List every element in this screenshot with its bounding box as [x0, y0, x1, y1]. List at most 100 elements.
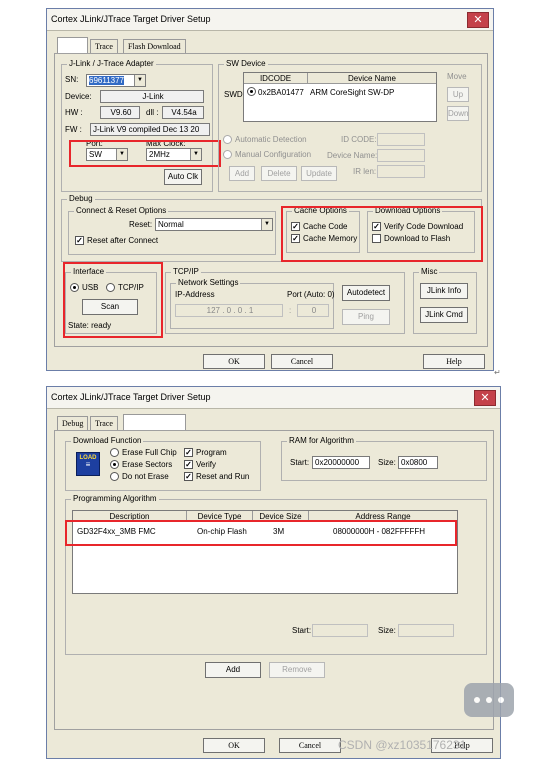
autodetect-button[interactable]: Autodetect — [342, 285, 390, 301]
ram-start-field[interactable]: 0x20000000 — [312, 456, 370, 469]
down-button[interactable]: Down — [447, 106, 469, 121]
fw-field: J-Link V9 compiled Dec 13 20 — [90, 123, 210, 136]
ir-len-field[interactable] — [377, 165, 425, 178]
jlink-cmd-button[interactable]: JLink Cmd — [420, 307, 468, 323]
sn-select[interactable]: 69611377 ▼ — [86, 74, 146, 87]
sw-device-row-radio[interactable] — [247, 87, 256, 96]
misc-legend: Misc — [419, 267, 440, 276]
program-label: Program — [196, 448, 227, 457]
download-function-legend: Download Function — [71, 436, 144, 445]
do-not-erase-label: Do not Erase — [122, 472, 169, 481]
chevron-down-icon: ▼ — [134, 75, 145, 86]
algorithm-start-label: Start: — [292, 626, 312, 635]
highlight-algorithm-row — [65, 520, 457, 546]
up-button[interactable]: Up — [447, 87, 469, 102]
tab-debug[interactable]: Debug — [57, 416, 89, 430]
sw-device-name: ARM CoreSight SW-DP — [310, 88, 395, 97]
auto-clk-button[interactable]: Auto Clk — [164, 169, 202, 185]
device-name-label: Device Name: — [327, 151, 378, 160]
tab-trace[interactable]: Trace — [90, 416, 118, 430]
return-mark: ↵ — [494, 368, 501, 377]
program-checkbox[interactable]: ✓ — [184, 448, 193, 457]
swd-label: SWD — [224, 90, 243, 99]
jlink-adapter-group: J-Link / J-Trace Adapter SN: 69611377 ▼ … — [61, 59, 213, 192]
network-settings-legend: Network Settings — [176, 278, 241, 287]
help-button[interactable]: Help — [423, 354, 485, 369]
reset-after-connect-checkbox[interactable]: ✓ — [75, 236, 84, 245]
manual-configuration-radio[interactable] — [223, 150, 232, 159]
tab-debug[interactable]: Debug — [57, 37, 89, 53]
ip-port-separator: : — [289, 306, 292, 315]
reset-value: Normal — [158, 220, 184, 229]
id-code-field[interactable] — [377, 133, 425, 146]
ram-for-algorithm-group: RAM for Algorithm Start: 0x20000000 Size… — [281, 436, 487, 481]
ram-size-label: Size: — [378, 458, 396, 467]
add-algorithm-button[interactable]: Add — [205, 662, 261, 678]
cancel-button[interactable]: Cancel — [271, 354, 333, 369]
hw-field: V9.60 — [100, 106, 140, 119]
verify-label: Verify — [196, 460, 217, 469]
jlink-info-button[interactable]: JLink Info — [420, 283, 468, 299]
tcpip-group: TCP/IP Network Settings IP-Address Port … — [165, 267, 405, 334]
highlight-interface — [63, 262, 163, 338]
ip-octet-1: 127 — [206, 306, 220, 315]
ok-button[interactable]: OK — [203, 354, 265, 369]
algorithm-start-field[interactable] — [312, 624, 368, 637]
erase-full-chip-radio[interactable] — [110, 448, 119, 457]
remove-algorithm-button[interactable]: Remove — [269, 662, 325, 678]
dialog-title: Cortex JLink/JTrace Target Driver Setup — [51, 392, 211, 402]
reset-select[interactable]: Normal ▼ — [155, 218, 273, 231]
ram-start-label: Start: — [290, 458, 310, 467]
ping-button[interactable]: Ping — [342, 309, 390, 325]
device-name-field[interactable] — [377, 149, 425, 162]
network-settings-group: Network Settings IP-Address Port (Auto: … — [170, 278, 335, 329]
ip-octet-2: 0 — [226, 306, 232, 315]
reset-after-connect-label: Reset after Connect — [87, 236, 159, 245]
sw-device-list[interactable]: IDCODE Device Name 0x2BA01477 ARM CoreSi… — [243, 72, 437, 122]
tab-trace[interactable]: Trace — [90, 39, 118, 53]
cancel-button[interactable]: Cancel — [279, 738, 341, 753]
ip-address-field[interactable]: 127 . 0 . 0 . 1 — [175, 304, 283, 317]
erase-full-chip-label: Erase Full Chip — [122, 448, 177, 457]
close-icon[interactable]: ✕ — [474, 390, 496, 406]
reset-and-run-label: Reset and Run — [196, 472, 250, 481]
tab-flash-download[interactable]: Flash Download — [123, 414, 186, 430]
manual-configuration-label: Manual Configuration — [235, 150, 312, 159]
update-device-button[interactable]: Update — [301, 166, 337, 181]
title-bar: Cortex JLink/JTrace Target Driver Setup … — [47, 9, 493, 31]
misc-group: Misc JLink Info JLink Cmd — [413, 267, 477, 334]
tab-flash-download[interactable]: Flash Download — [123, 39, 186, 53]
jlink-adapter-legend: J-Link / J-Trace Adapter — [67, 59, 156, 68]
delete-device-button[interactable]: Delete — [261, 166, 297, 181]
chat-bubble-icon[interactable] — [464, 683, 514, 717]
erase-sectors-label: Erase Sectors — [122, 460, 173, 469]
algorithm-size-field[interactable] — [398, 624, 454, 637]
reset-and-run-checkbox[interactable]: ✓ — [184, 472, 193, 481]
sn-value: 69611377 — [89, 76, 124, 85]
automatic-detection-radio[interactable] — [223, 135, 232, 144]
close-icon[interactable]: ✕ — [467, 12, 489, 28]
add-device-button[interactable]: Add — [229, 166, 255, 181]
sw-device-group: SW Device SWD IDCODE Device Name 0x2BA01… — [218, 59, 482, 192]
programming-algorithm-legend: Programming Algorithm — [71, 494, 159, 503]
sw-device-header: IDCODE Device Name — [244, 73, 436, 84]
ram-legend: RAM for Algorithm — [287, 436, 356, 445]
automatic-detection-label: Automatic Detection — [235, 135, 307, 144]
port-field[interactable]: 0 — [297, 304, 329, 317]
port-auto-label: Port (Auto: 0) — [287, 290, 335, 299]
device-name-header: Device Name — [347, 74, 396, 83]
sw-device-legend: SW Device — [224, 59, 268, 68]
device-label: Device: — [65, 92, 92, 101]
verify-checkbox[interactable]: ✓ — [184, 460, 193, 469]
device-field: J-Link — [100, 90, 204, 103]
watermark: CSDN @xz1035176231 — [338, 738, 467, 752]
highlight-cache-download — [281, 206, 483, 262]
idcode-header: IDCODE — [244, 73, 308, 84]
do-not-erase-radio[interactable] — [110, 472, 119, 481]
tcpip-legend: TCP/IP — [171, 267, 201, 276]
ip-octet-3: 0 — [237, 306, 243, 315]
ram-size-field[interactable]: 0x0800 — [398, 456, 438, 469]
erase-sectors-radio[interactable] — [110, 460, 119, 469]
ok-button[interactable]: OK — [203, 738, 265, 753]
dll-label: dll : — [146, 108, 159, 117]
